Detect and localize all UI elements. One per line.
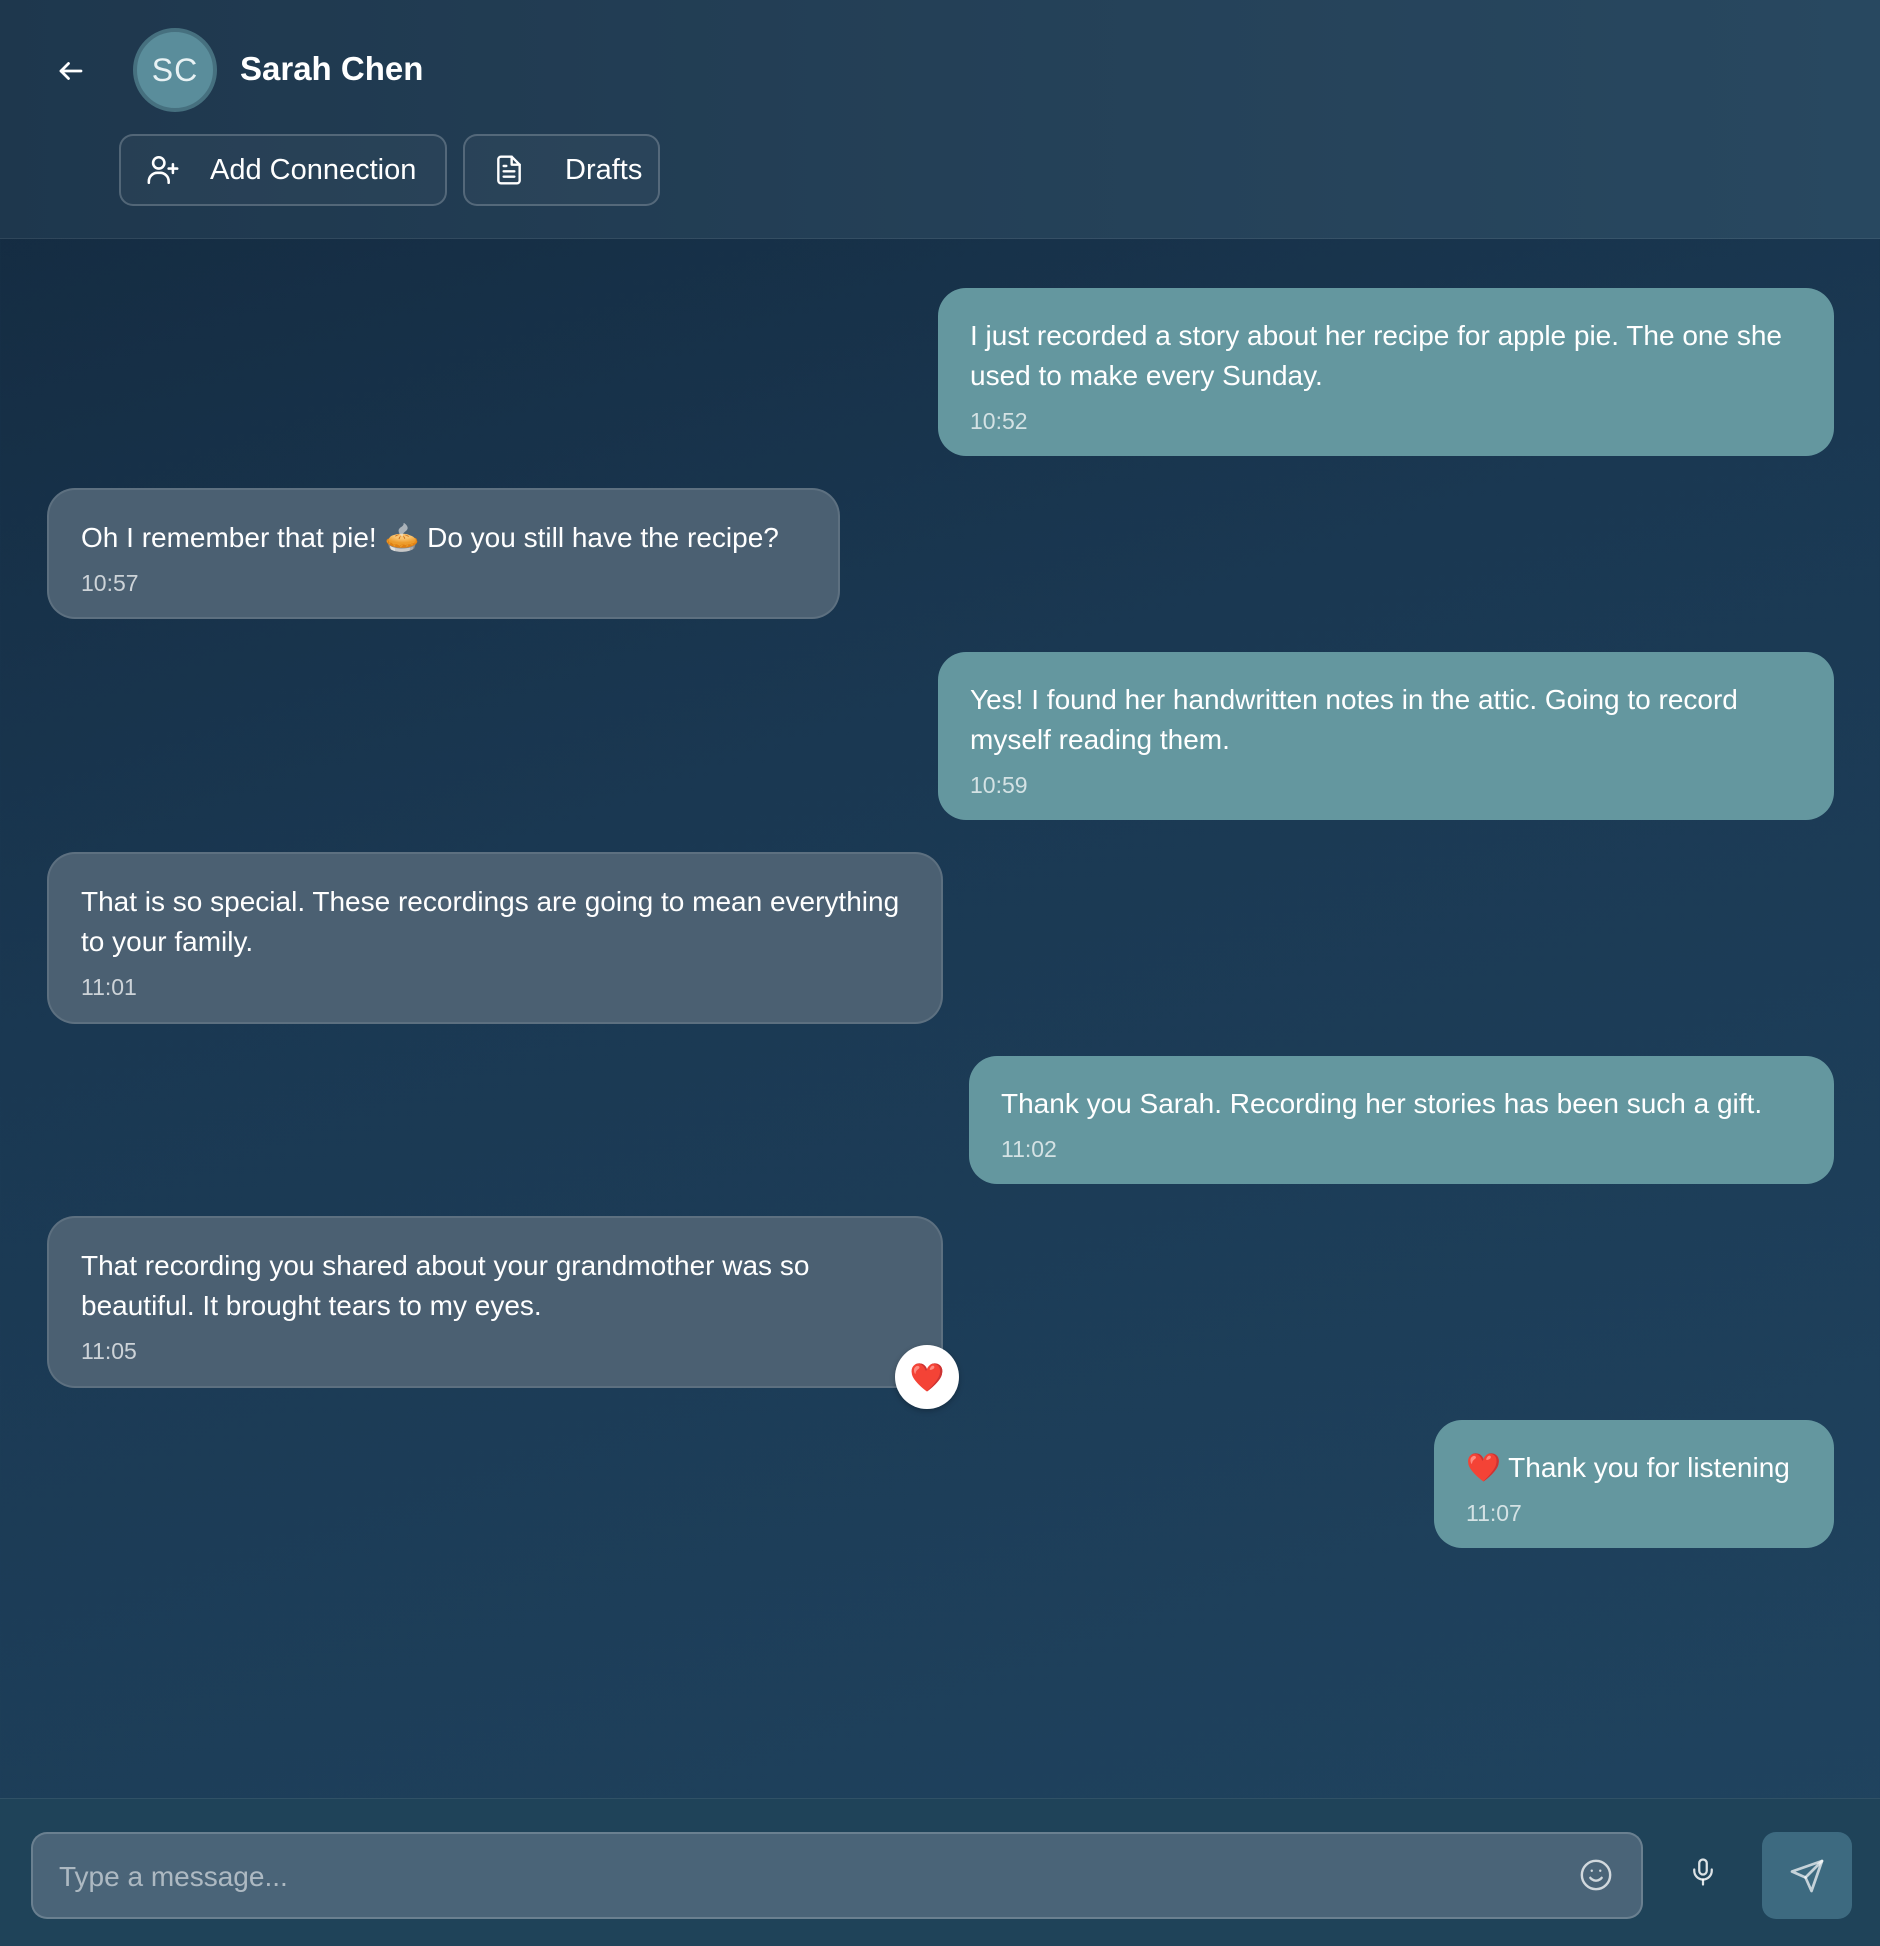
drafts-label: Drafts [565, 153, 643, 186]
message-bubble-sent[interactable]: Thank you Sarah. Recording her stories h… [969, 1056, 1834, 1184]
back-button[interactable] [48, 48, 94, 94]
message-text: ❤️ Thank you for listening [1466, 1452, 1790, 1483]
message-composer [0, 1798, 1880, 1946]
contact-name: Sarah Chen [240, 50, 424, 87]
message-text: Thank you Sarah. Recording her stories h… [1001, 1088, 1763, 1119]
arrow-left-icon [59, 62, 83, 80]
avatar[interactable]: SC [133, 28, 217, 112]
message-bubble-received[interactable]: That is so special. These recordings are… [47, 852, 943, 1024]
drafts-button[interactable]: Drafts [463, 134, 660, 206]
smiley-icon [1580, 1859, 1612, 1891]
message-timestamp: 10:52 [970, 408, 1028, 434]
message-timestamp: 11:05 [81, 1338, 137, 1364]
message-timestamp: 11:02 [1001, 1136, 1057, 1162]
microphone-button[interactable] [1680, 1844, 1726, 1900]
message-bubble-sent[interactable]: I just recorded a story about her recipe… [938, 288, 1834, 456]
message-text: Yes! I found her handwritten notes in th… [970, 684, 1738, 755]
message-timestamp: 11:01 [81, 974, 137, 1000]
message-input-container [31, 1832, 1643, 1919]
message-bubble-sent[interactable]: ❤️ Thank you for listening 11:07 [1434, 1420, 1834, 1548]
microphone-icon [1693, 1858, 1713, 1886]
message-text: That is so special. These recordings are… [81, 886, 900, 957]
message-bubble-received[interactable]: Oh I remember that pie! 🥧 Do you still h… [47, 488, 840, 619]
message-bubble-received[interactable]: That recording you shared about your gra… [47, 1216, 943, 1388]
emoji-button[interactable] [1575, 1854, 1617, 1896]
user-plus-icon [147, 155, 179, 185]
message-text: Oh I remember that pie! 🥧 Do you still h… [81, 522, 779, 553]
message-text: That recording you shared about your gra… [81, 1250, 810, 1321]
message-list: I just recorded a story about her recipe… [0, 239, 1880, 1797]
message-timestamp: 10:57 [81, 570, 139, 596]
message-input[interactable] [57, 1834, 1561, 1919]
add-connection-label: Add Connection [210, 153, 417, 186]
add-connection-button[interactable]: Add Connection [119, 134, 447, 206]
send-icon [1790, 1859, 1824, 1892]
chat-header: SC Sarah Chen Add Connection Drafts [0, 0, 1880, 239]
message-timestamp: 11:07 [1466, 1500, 1522, 1526]
message-bubble-sent[interactable]: Yes! I found her handwritten notes in th… [938, 652, 1834, 820]
document-icon [497, 155, 521, 185]
message-timestamp: 10:59 [970, 772, 1028, 798]
message-text: I just recorded a story about her recipe… [970, 320, 1782, 391]
heart-reaction-badge[interactable]: ❤️ [895, 1345, 959, 1409]
send-button[interactable] [1762, 1832, 1852, 1919]
